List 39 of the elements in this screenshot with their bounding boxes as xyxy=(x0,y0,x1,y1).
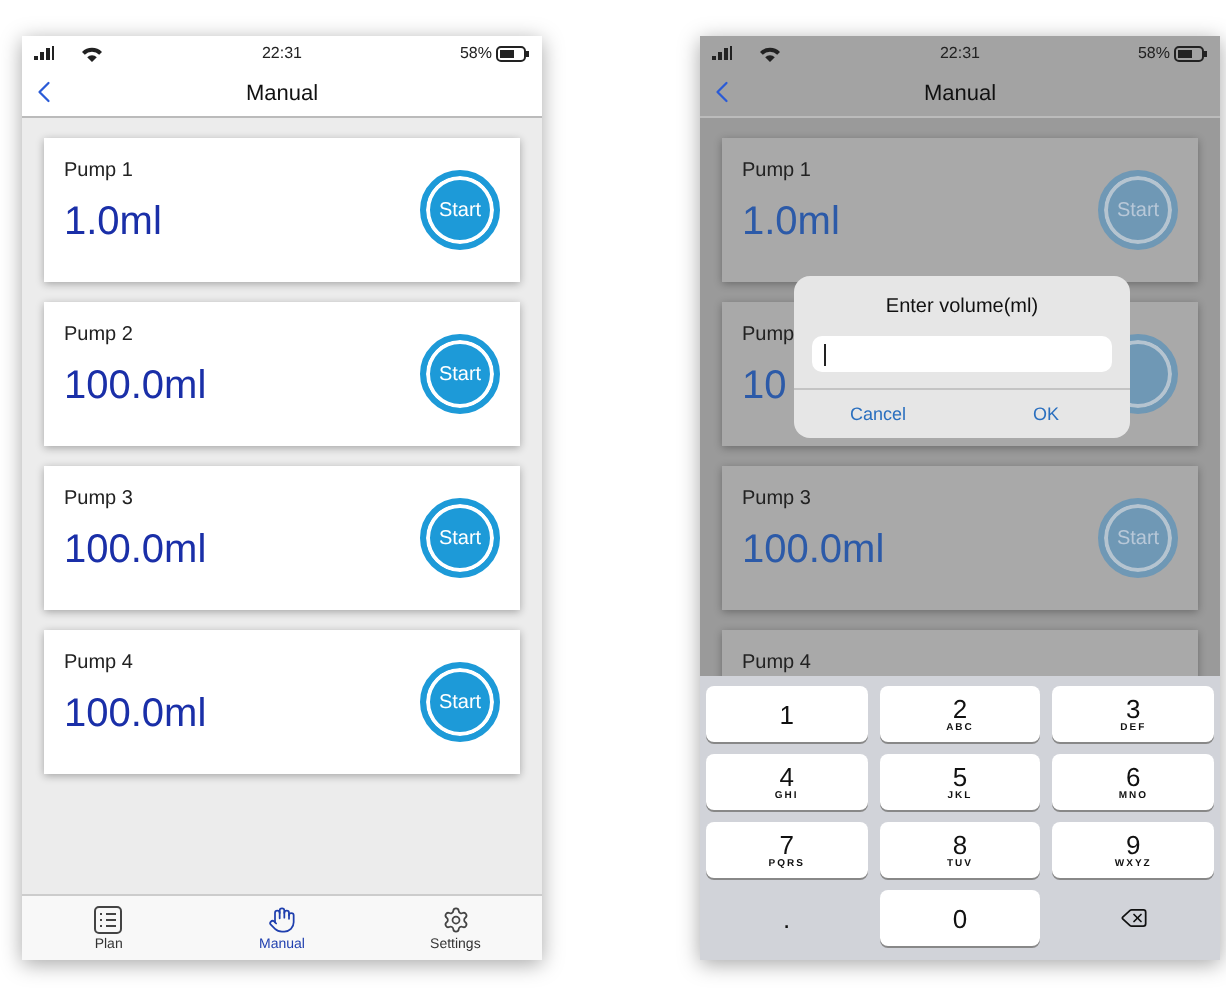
list-icon xyxy=(94,905,123,933)
keypad-key[interactable]: . xyxy=(706,890,868,946)
pump-label: Pump 1 xyxy=(64,160,135,182)
pump-label: Pump 3 xyxy=(64,488,135,510)
pump-volume: 100.0ml xyxy=(64,528,207,574)
backspace-icon xyxy=(1119,904,1148,932)
dialog-button[interactable]: Cancel xyxy=(794,390,962,438)
pump-volume: 100.0ml xyxy=(64,692,207,738)
text-cursor xyxy=(824,343,826,365)
settings-icon xyxy=(441,905,470,933)
wifi-icon xyxy=(760,45,780,61)
pump-label: Pump 4 xyxy=(742,652,811,674)
nav-title: Manual xyxy=(923,81,997,105)
signal-icon xyxy=(34,46,54,60)
battery-icon xyxy=(496,45,530,61)
signal-icon xyxy=(712,46,732,60)
status-time: 22:31 xyxy=(259,44,305,62)
pump-label: Pump 3 xyxy=(742,488,813,510)
battery-percent: 58% xyxy=(459,44,492,62)
dialog-title: Enter volume(ml) xyxy=(885,296,1039,318)
pump-volume: 1.0ml xyxy=(64,200,162,246)
keypad-key[interactable]: 1 xyxy=(706,686,868,742)
pump-volume: 10 xyxy=(742,364,789,410)
pump-volume: 100.0ml xyxy=(64,364,207,410)
volume-input-field[interactable] xyxy=(812,336,1112,372)
pump-volume: 1.0ml xyxy=(742,200,840,246)
wifi-icon xyxy=(82,45,102,61)
status-time: 22:31 xyxy=(937,44,983,62)
hand-icon xyxy=(268,905,296,933)
nav-title: Manual xyxy=(245,81,319,105)
pump-label: Pump 1 xyxy=(742,160,813,182)
battery-icon xyxy=(1174,45,1208,61)
pump-label: Pump 4 xyxy=(64,652,135,674)
pump-label: Pump xyxy=(742,324,795,346)
battery-percent: 58% xyxy=(1137,44,1170,62)
keypad-key[interactable]: 0 xyxy=(879,890,1041,946)
dialog-button[interactable]: OK xyxy=(962,390,1130,438)
pump-volume: 100.0ml xyxy=(742,528,885,574)
pump-label: Pump 2 xyxy=(64,324,135,346)
